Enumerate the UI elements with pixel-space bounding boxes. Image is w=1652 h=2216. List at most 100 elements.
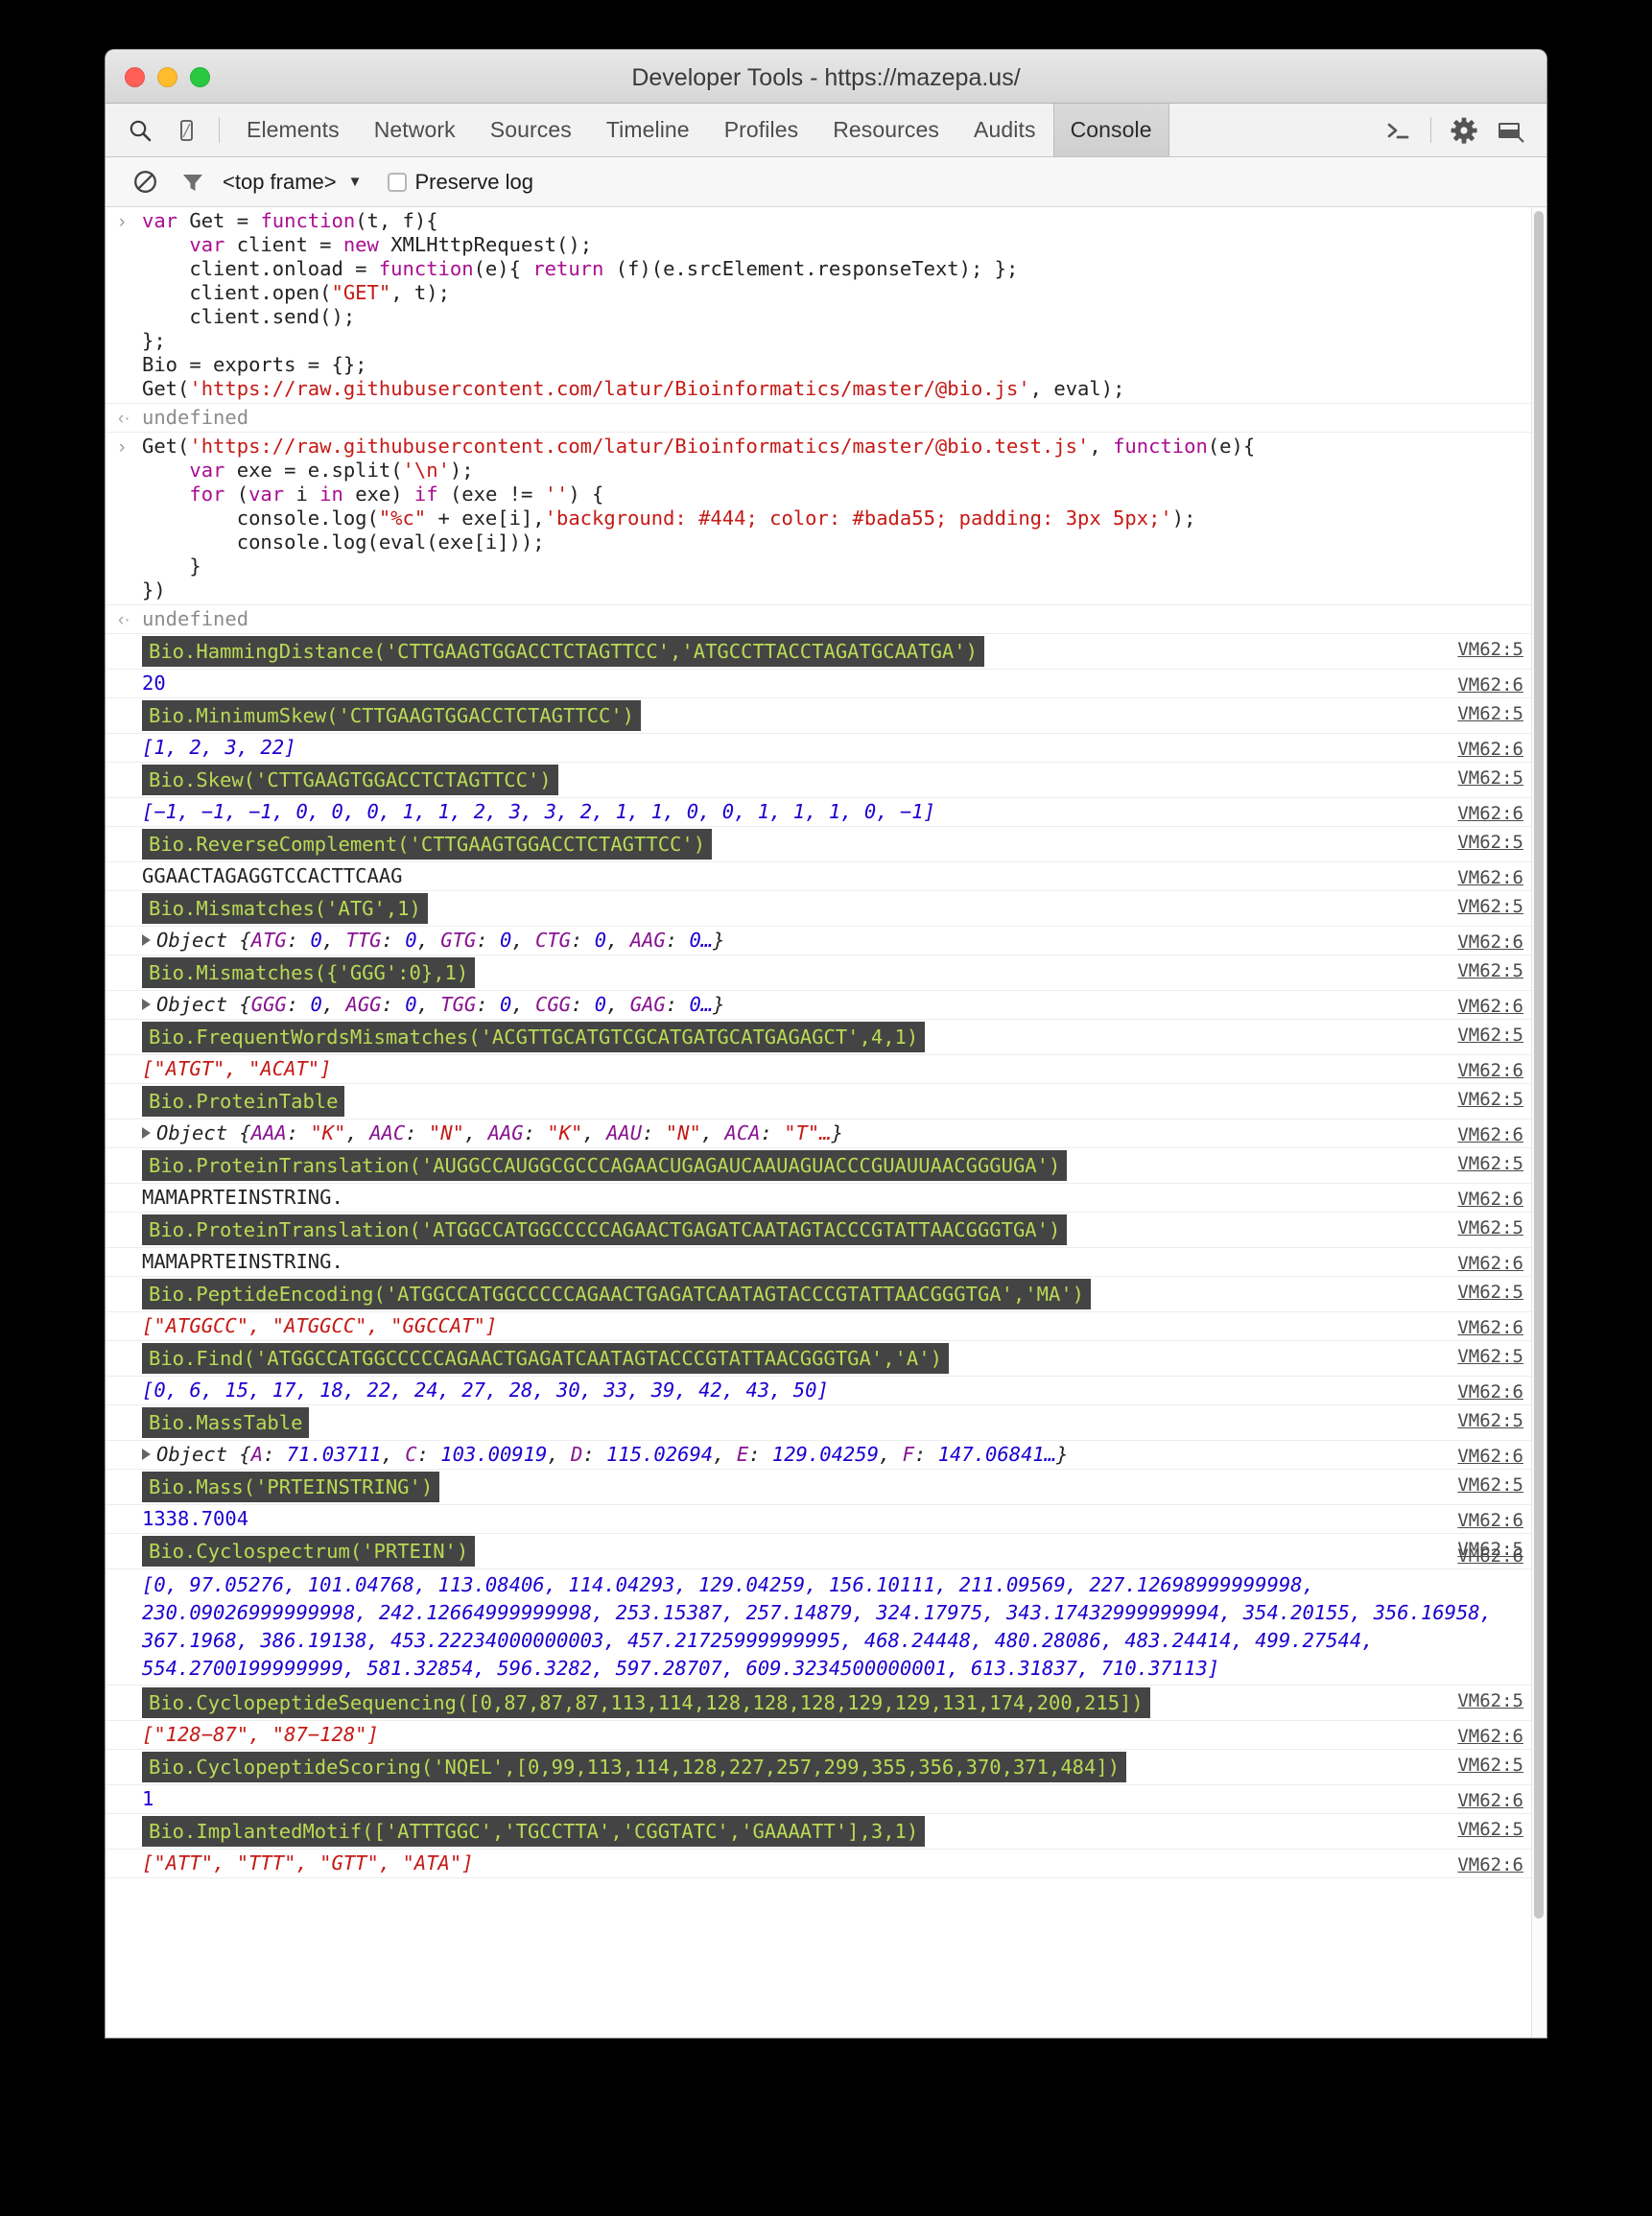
code-token: (e){ — [1207, 435, 1256, 458]
source-link[interactable]: VM62:6 — [1457, 1059, 1523, 1083]
dock-side-icon[interactable] — [1487, 104, 1533, 156]
console-row-content: ["128−87", "87−128"] — [106, 1723, 1546, 1747]
code-line: }) — [142, 578, 1374, 602]
source-link[interactable]: VM62:6 — [1457, 1725, 1523, 1749]
preserve-log-toggle[interactable]: Preserve log — [387, 170, 533, 195]
object-separator: , — [381, 1443, 406, 1466]
source-link[interactable]: VM62:6 — [1457, 673, 1523, 697]
source-link[interactable]: VM62:6 — [1457, 1123, 1523, 1147]
title-bar: Developer Tools - https://mazepa.us/ — [106, 50, 1546, 104]
device-mode-icon[interactable] — [163, 104, 209, 156]
code-token: }) — [142, 578, 166, 601]
string-array-value: ["ATGGCC", "ATGGCC", "GGCCAT"] — [142, 1314, 498, 1337]
expand-triangle-icon[interactable] — [142, 999, 151, 1010]
console-scrollbar-thumb[interactable] — [1534, 211, 1544, 1919]
code-line: Bio = exports = {}; — [142, 353, 1374, 377]
source-link[interactable]: VM62:6 — [1457, 1789, 1523, 1813]
source-link[interactable]: VM62:5 — [1457, 1689, 1523, 1713]
code-line: for (var i in exe) if (exe != '') { — [142, 483, 1374, 507]
source-link[interactable]: VM62:5 — [1457, 1024, 1523, 1048]
console-row: Bio.CyclopeptideScoring('NQEL',[0,99,113… — [106, 1750, 1546, 1785]
source-link[interactable]: VM62:6 — [1457, 1188, 1523, 1212]
expand-triangle-icon[interactable] — [142, 1127, 151, 1139]
tab-audits[interactable]: Audits — [956, 104, 1053, 156]
source-link[interactable]: VM62:5 — [1457, 1345, 1523, 1369]
number-value: 1338.7004 — [142, 1507, 249, 1530]
source-link[interactable]: VM62:5 — [1457, 895, 1523, 919]
tab-network[interactable]: Network — [357, 104, 473, 156]
console-row-content: GGAACTAGAGGTCCACTTCAAG — [106, 864, 1546, 888]
source-link[interactable]: VM62:6 — [1457, 1544, 1523, 1568]
object-property-key: AGG — [345, 993, 382, 1016]
code-line: client.onload = function(e){ return (f)(… — [142, 257, 1374, 281]
source-link[interactable]: VM62:5 — [1457, 1281, 1523, 1305]
object-property-colon: : — [405, 1121, 429, 1144]
source-link[interactable]: VM62:6 — [1457, 1252, 1523, 1276]
source-link[interactable]: VM62:6 — [1457, 931, 1523, 955]
source-link[interactable]: VM62:6 — [1457, 1380, 1523, 1404]
code-token: exe) — [355, 483, 414, 506]
tab-resources[interactable]: Resources — [815, 104, 956, 156]
source-link[interactable]: VM62:5 — [1457, 1409, 1523, 1433]
tab-timeline[interactable]: Timeline — [589, 104, 707, 156]
source-link[interactable]: VM62:5 — [1457, 1152, 1523, 1176]
source-link[interactable]: VM62:5 — [1457, 1473, 1523, 1497]
source-link[interactable]: VM62:6 — [1457, 1316, 1523, 1340]
window-title: Developer Tools - https://mazepa.us/ — [631, 64, 1021, 91]
console-row-content: [−1, −1, −1, 0, 0, 0, 1, 1, 2, 3, 3, 2, … — [106, 800, 1546, 824]
source-link[interactable]: VM62:6 — [1457, 995, 1523, 1019]
source-link[interactable]: VM62:6 — [1457, 1509, 1523, 1533]
console-row: Bio.ImplantedMotif(['ATTTGGC','TGCCTTA',… — [106, 1814, 1546, 1850]
code-token: client = — [236, 233, 343, 256]
source-link[interactable]: VM62:6 — [1457, 738, 1523, 762]
tab-elements[interactable]: Elements — [229, 104, 357, 156]
code-token: , eval); — [1029, 377, 1125, 400]
clear-console-icon[interactable] — [121, 163, 169, 201]
source-link[interactable]: VM62:6 — [1457, 1445, 1523, 1469]
frame-selector[interactable]: <top frame> ▼ — [223, 170, 363, 195]
source-link[interactable]: VM62:5 — [1457, 702, 1523, 726]
console-row-content: Object {GGG: 0, AGG: 0, TGG: 0, CGG: 0, … — [106, 993, 1546, 1017]
preserve-log-checkbox[interactable] — [387, 172, 407, 192]
source-link[interactable]: VM62:5 — [1457, 831, 1523, 855]
console-row: Bio.FrequentWordsMismatches('ACGTTGCATGT… — [106, 1020, 1546, 1055]
source-link[interactable]: VM62:6 — [1457, 866, 1523, 890]
expand-triangle-icon[interactable] — [142, 1449, 151, 1460]
code-line: Get('https://raw.githubusercontent.com/l… — [142, 377, 1374, 401]
source-link[interactable]: VM62:5 — [1457, 1754, 1523, 1778]
filter-icon[interactable] — [169, 163, 217, 201]
devtools-window: Developer Tools - https://mazepa.us/ Ele… — [106, 50, 1546, 2038]
source-link[interactable]: VM62:5 — [1457, 1216, 1523, 1240]
expand-triangle-icon[interactable] — [142, 934, 151, 946]
console-row: Bio.PeptideEncoding('ATGGCCATGGCCCCCAGAA… — [106, 1277, 1546, 1312]
settings-gear-icon[interactable] — [1441, 104, 1487, 156]
text-value: MAMAPRTEINSTRING. — [142, 1186, 343, 1209]
console-drawer-icon[interactable] — [1375, 104, 1421, 156]
console-filter-bar: <top frame> ▼ Preserve log — [106, 157, 1546, 207]
devtools-toolbar: Elements Network Sources Timeline Profil… — [106, 104, 1546, 157]
object-property-key: GGG — [250, 993, 287, 1016]
object-property-colon: : — [286, 1121, 311, 1144]
source-link[interactable]: VM62:5 — [1457, 638, 1523, 662]
tab-sources[interactable]: Sources — [473, 104, 589, 156]
code-token: XMLHttpRequest(); — [390, 233, 593, 256]
object-separator: , — [878, 1443, 903, 1466]
source-link[interactable]: VM62:5 — [1457, 1088, 1523, 1112]
code-token: ) { — [568, 483, 604, 506]
object-property-key: CTG — [535, 929, 572, 952]
console-row: ["ATGT", "ACAT"] VM62:6 — [106, 1055, 1546, 1084]
source-link[interactable]: VM62:6 — [1457, 1853, 1523, 1877]
console-log-panel[interactable]: › var Get = function(t, f){ var client = … — [106, 207, 1546, 2038]
source-link[interactable]: VM62:5 — [1457, 766, 1523, 790]
screen-root: Developer Tools - https://mazepa.us/ Ele… — [0, 0, 1652, 2216]
source-link[interactable]: VM62:5 — [1457, 959, 1523, 983]
tab-profiles[interactable]: Profiles — [707, 104, 816, 156]
console-scrollbar[interactable] — [1531, 207, 1546, 2038]
code-line: client.open("GET", t); — [142, 281, 1374, 305]
source-link[interactable]: VM62:6 — [1457, 802, 1523, 826]
object-property-key: ACA — [724, 1121, 761, 1144]
object-property-key: AAC — [369, 1121, 406, 1144]
source-link[interactable]: VM62:5 — [1457, 1818, 1523, 1842]
search-icon[interactable] — [117, 104, 163, 156]
tab-console[interactable]: Console — [1052, 104, 1169, 156]
